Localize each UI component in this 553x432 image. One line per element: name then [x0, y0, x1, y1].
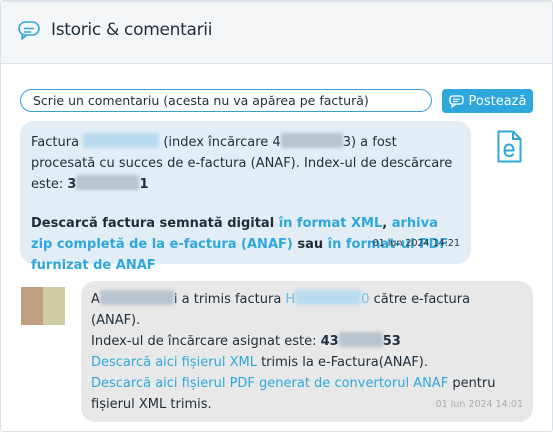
panel-title: Istoric & comentarii [51, 20, 213, 40]
avatar [21, 287, 65, 325]
download-text: Descarcă factura semnată digital [31, 216, 279, 231]
message-timestamp: 01 lun 2024 14:01 [435, 399, 523, 410]
invoice-prefix: H [285, 292, 296, 307]
message-text: trimis la e-Factura(ANAF). [256, 355, 429, 370]
index-label: Index-ul de încărcare asignat este: [91, 334, 321, 349]
message-efactura-processed: Factura (index încărcare 4 3) a fost proc… [20, 121, 471, 273]
download-converted-pdf-link[interactable]: Descarcă aici fișierul PDF generat de co… [91, 376, 448, 391]
message-timestamp: 01 lun 2024 14:21 [372, 238, 460, 249]
avatar-blurred-right [43, 287, 65, 325]
message-text: i a trimis factura [173, 292, 286, 307]
post-button-label: Postează [468, 93, 527, 109]
download-sent-xml-link[interactable]: Descarcă aici fișierul XML [91, 355, 257, 370]
message-text: (index încărcare 4 [159, 135, 281, 150]
comment-input[interactable] [20, 89, 432, 112]
author-initial: A [91, 292, 100, 307]
invoice-suffix: 0 [361, 292, 370, 307]
e-factura-document-icon [497, 130, 522, 163]
download-index-end: 1 [139, 177, 149, 192]
redacted-invoice-number [83, 133, 160, 148]
history-comments-panel: Istoric & comentarii Postează Factura (i… [0, 0, 553, 432]
panel-header: Istoric & comentarii [1, 1, 552, 64]
download-index-start: 3 [67, 177, 77, 192]
download-xml-link[interactable]: în format XML [279, 216, 383, 231]
comment-icon [448, 94, 464, 108]
message-invoice-sent: Ai a trimis factura H0 către e-factura (… [81, 281, 533, 422]
avatar-blurred-left [21, 287, 43, 325]
redacted-invoice-number [295, 290, 362, 305]
redacted-upload-index [280, 133, 343, 148]
index-prefix: 43 [320, 334, 339, 349]
separator-text: , [382, 216, 392, 231]
redacted-author-name [99, 290, 174, 305]
redacted-upload-index [338, 332, 383, 347]
header-divider [1, 1, 552, 2]
redacted-download-index [76, 175, 140, 190]
post-button[interactable]: Postează [442, 89, 533, 113]
or-text: sau [292, 237, 328, 252]
chat-comments-icon [17, 19, 41, 43]
message-text: Factura [31, 135, 84, 150]
index-suffix: 53 [382, 334, 401, 349]
